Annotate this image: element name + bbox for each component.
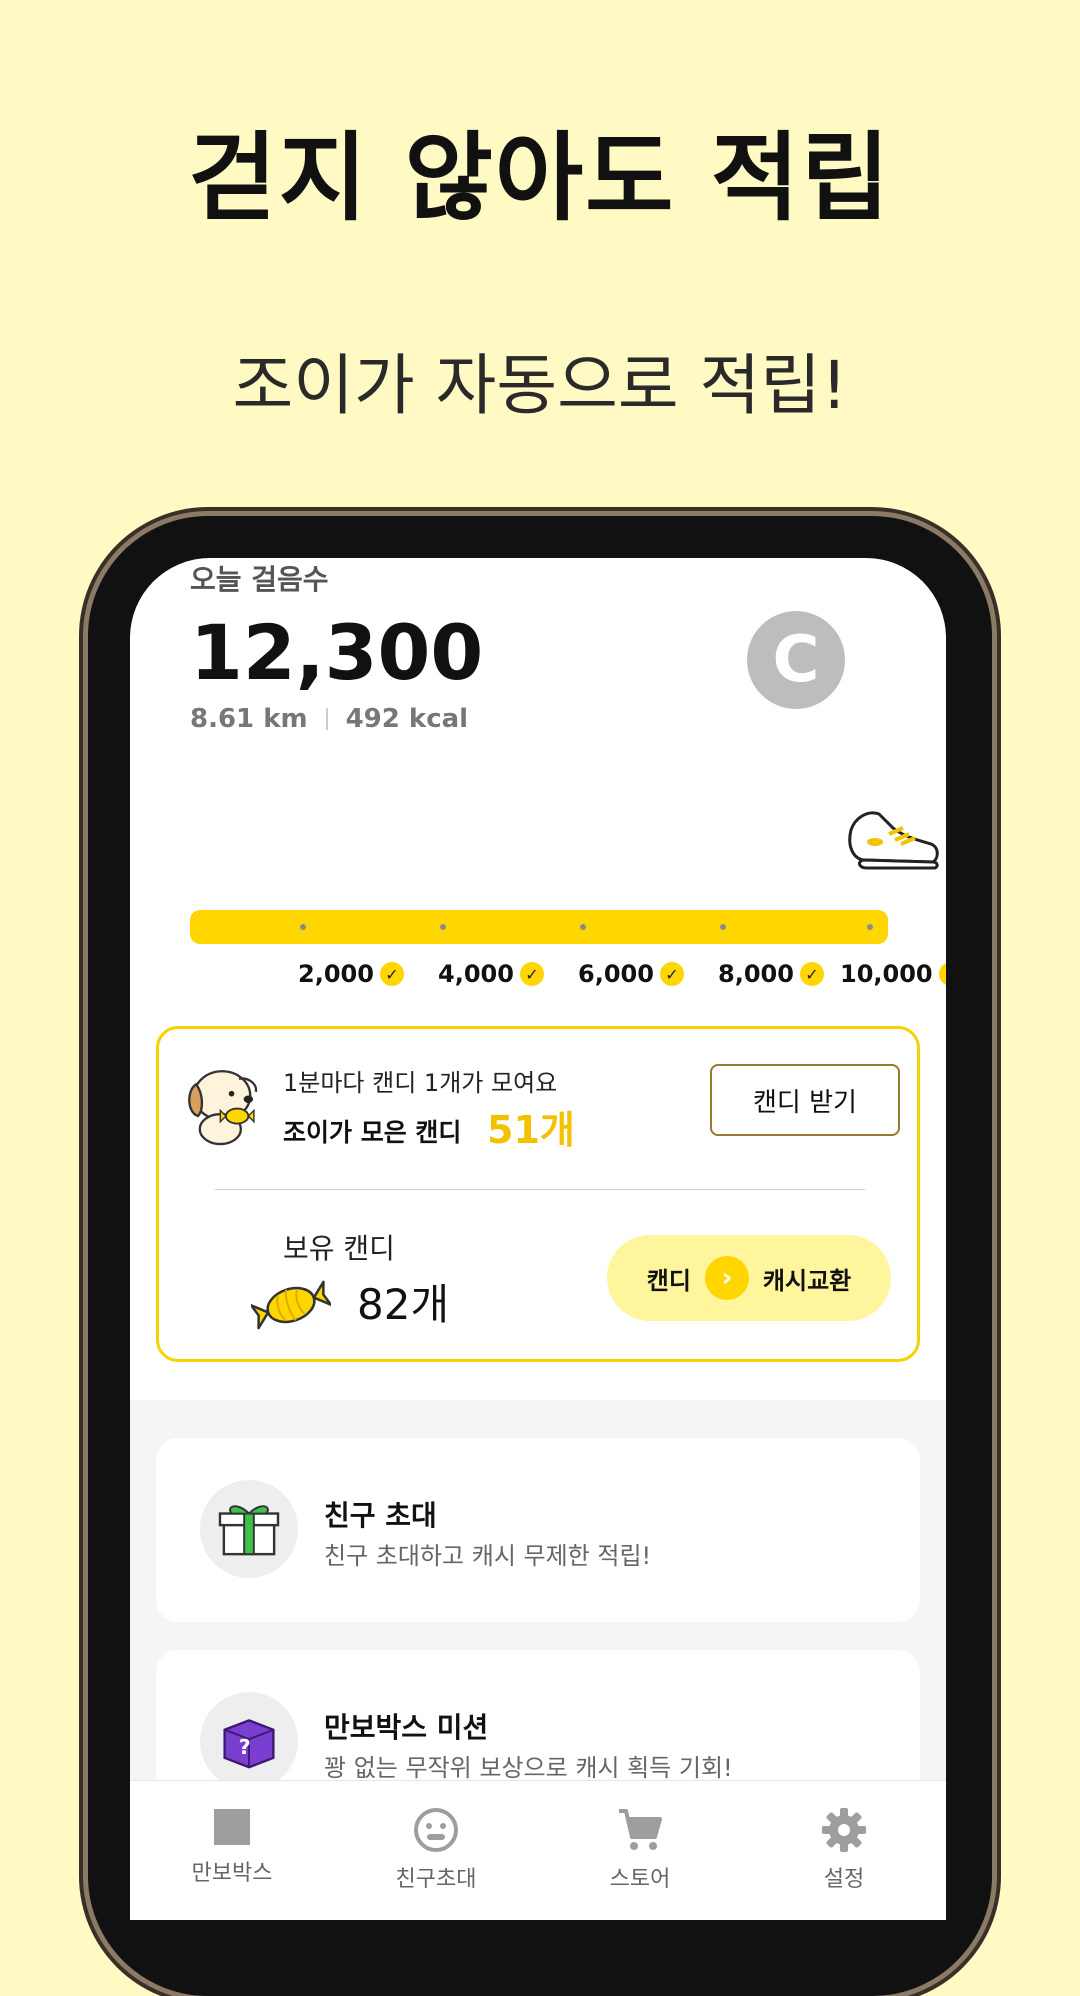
candy-card: 1분마다 캔디 1개가 모여요 조이가 모은 캔디 51개 캔디 받기 보유 캔… [156,1026,920,1362]
check-icon: ✓ [519,962,544,986]
mission-card-invite[interactable]: 친구 초대 친구 초대하고 캐시 무제한 적립! [156,1438,920,1622]
nav-item-invite[interactable]: 친구초대 [334,1781,538,1920]
milestone-label: 4,000 [438,960,514,988]
receive-candy-button[interactable]: 캔디 받기 [710,1064,900,1136]
owned-candy-label: 보유 캔디 [283,1232,395,1265]
steps-count: 12,300 [190,608,484,697]
check-icon: ✓ [379,962,404,986]
nav-label: 설정 [823,1867,865,1892]
box-icon [214,1809,250,1845]
check-icon: ✓ [799,962,824,986]
mission-desc: 친구 초대하고 캐시 무제한 적립! [324,1542,652,1570]
nav-item-store[interactable]: 스토어 [538,1781,742,1920]
nav-item-settings[interactable]: 설정 [742,1781,946,1920]
milestone-6000: 6,000 ✓ [578,960,684,988]
steps-label: 오늘 걸음수 [190,563,329,596]
mission-title: 친구 초대 [324,1499,437,1532]
candy-icon [251,1280,331,1330]
exchange-to-label: 캐시교환 [762,1266,852,1295]
app-screen: 오늘 걸음수 12,300 8.61 km 492 kcal C 2,000 ✓… [130,558,946,1920]
nav-item-box[interactable]: 만보박스 [130,1781,334,1920]
cart-icon [619,1809,662,1850]
milestone-8000: 8,000 ✓ [718,960,824,988]
progress-dot [580,924,586,930]
smiley-icon [414,1808,458,1852]
mystery-box-icon: ? [223,1719,275,1769]
arrow-right-icon: › [704,1256,749,1300]
card-divider [215,1189,865,1190]
milestone-10000: 10,000 ✓ [840,960,946,988]
calories-value: 492 kcal [345,704,469,734]
cash-exchange-button[interactable]: 캔디 › 캐시교환 [607,1235,891,1321]
check-icon: ✓ [938,962,946,986]
check-icon: ✓ [659,962,684,986]
candy-note: 1분마다 캔디 1개가 모여요 [283,1069,558,1097]
svg-text:?: ? [239,1735,251,1759]
promo-headline: 걷지 않아도 적립 [188,122,892,234]
milestone-label: 2,000 [298,960,374,988]
gift-box-icon [218,1505,280,1556]
progress-dot [867,924,873,930]
distance-calories: 8.61 km 492 kcal [190,704,468,734]
mission-icon-circle: ? [200,1692,298,1790]
step-progress-bar [190,910,888,944]
collected-candy-count: 51개 [487,1108,575,1152]
milestone-2000: 2,000 ✓ [298,960,404,988]
promo-subhead: 조이가 자동으로 적립! [232,347,848,424]
cash-logo-icon[interactable]: C [747,611,845,709]
owned-candy-count: 82개 [357,1280,450,1329]
milestone-label: 8,000 [718,960,794,988]
gear-icon [822,1808,866,1852]
milestone-label: 6,000 [578,960,654,988]
bottom-nav: 만보박스 친구초대 스토어 설정 [130,1780,946,1920]
milestone-4000: 4,000 ✓ [438,960,544,988]
progress-dot [300,924,306,930]
collected-candy-label: 조이가 모은 캔디 [283,1118,462,1147]
logo-letter: C [772,623,820,697]
divider [325,708,328,730]
sneaker-icon [848,811,939,870]
mission-icon-circle [200,1480,298,1578]
progress-dot [440,924,446,930]
distance-value: 8.61 km [190,704,308,734]
mission-title: 만보박스 미션 [324,1711,489,1744]
milestone-label: 10,000 [840,960,933,988]
mission-desc: 꽝 없는 무작위 보상으로 캐시 획득 기회! [324,1754,733,1782]
nav-label: 스토어 [609,1867,671,1892]
nav-label: 친구초대 [395,1867,477,1892]
exchange-from-label: 캔디 [646,1266,691,1295]
progress-dot [720,924,726,930]
dog-mascot-icon [188,1070,258,1146]
nav-label: 만보박스 [191,1861,273,1886]
